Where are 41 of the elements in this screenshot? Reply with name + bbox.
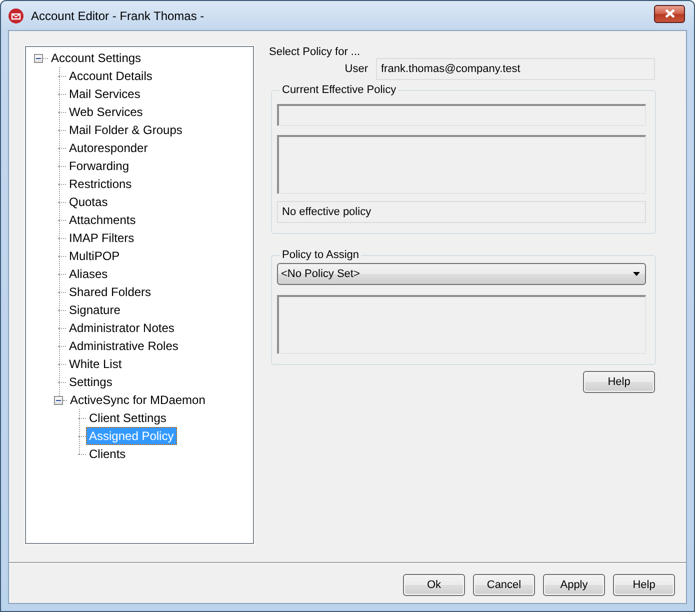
- tree-item[interactable]: Aliases: [66, 265, 111, 283]
- tree-item[interactable]: MultiPOP: [66, 247, 123, 265]
- tree-item[interactable]: Account Details: [66, 67, 156, 85]
- tree-item[interactable]: Web Services: [66, 103, 146, 121]
- tree-item[interactable]: ActiveSync for MDaemon: [67, 391, 208, 409]
- user-field: frank.thomas@company.test: [376, 58, 655, 80]
- tree-item[interactable]: Client Settings: [86, 409, 170, 427]
- tree-item[interactable]: Signature: [66, 301, 124, 319]
- tree-item[interactable]: Clients: [86, 445, 129, 463]
- expand-toggle[interactable]: [54, 396, 63, 404]
- group-title: Policy to Assign: [280, 248, 362, 262]
- tree-item[interactable]: White List: [66, 355, 125, 373]
- status-field: No effective policy: [277, 201, 646, 223]
- section-heading: Select Policy for ...: [269, 46, 362, 58]
- tree-item[interactable]: Forwarding: [66, 157, 132, 175]
- tree-item[interactable]: Administrative Roles: [66, 337, 182, 355]
- null[interactable]: Cancel: [473, 574, 535, 596]
- tree-item[interactable]: Shared Folders: [66, 283, 154, 301]
- tree-item[interactable]: Mail Services: [66, 85, 144, 103]
- tree-item[interactable]: Settings: [66, 373, 116, 391]
- tree-item[interactable]: Autoresponder: [66, 139, 151, 157]
- null[interactable]: Help: [613, 574, 675, 596]
- tree-item[interactable]: IMAP Filters: [66, 229, 138, 247]
- help-button[interactable]: Help: [583, 371, 655, 393]
- close-icon: [664, 9, 676, 18]
- tree-item[interactable]: Attachments: [66, 211, 139, 229]
- window-title: Account Editor - Frank Thomas -: [31, 8, 204, 22]
- tree-item[interactable]: Account Settings: [48, 49, 144, 67]
- caret-icon: [633, 272, 640, 276]
- app-logo-icon: [8, 8, 24, 24]
- close-button[interactable]: [654, 4, 685, 22]
- tree-item[interactable]: Quotas: [66, 193, 111, 211]
- tree-item[interactable]: Administrator Notes: [66, 319, 178, 337]
- user-label: User: [344, 63, 368, 75]
- policy-dropdown[interactable]: <No Policy Set>: [277, 263, 646, 285]
- tree-item[interactable]: Mail Folder & Groups: [66, 121, 186, 139]
- null[interactable]: Ok: [403, 574, 465, 596]
- group-title: Current Effective Policy: [280, 83, 398, 97]
- expand-toggle[interactable]: [34, 54, 43, 62]
- null[interactable]: Apply: [543, 574, 605, 596]
- tree-item[interactable]: Restrictions: [66, 175, 135, 193]
